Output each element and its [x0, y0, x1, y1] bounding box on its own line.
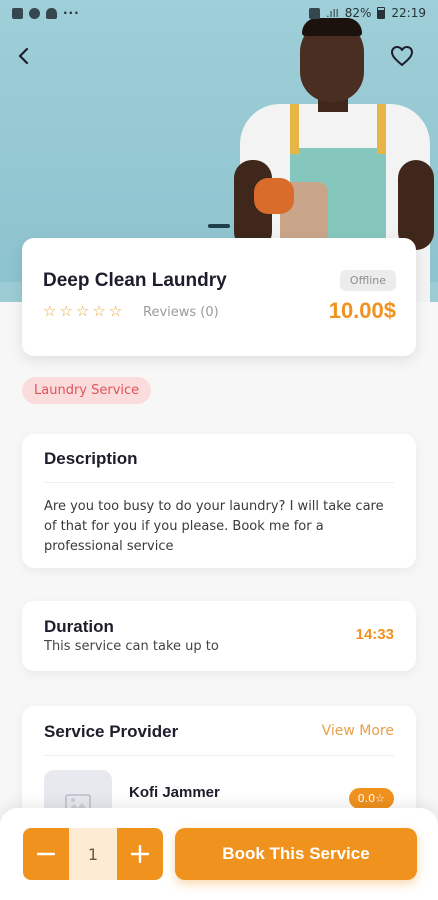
star-outline-icon: ☆ [59, 302, 73, 320]
back-button[interactable] [8, 40, 40, 72]
back-arrow-icon [18, 47, 29, 65]
status-right: .ıll 82% 22:19 [309, 6, 426, 20]
decrease-quantity-button[interactable] [23, 828, 69, 880]
increase-quantity-button[interactable] [117, 828, 163, 880]
divider [44, 755, 394, 756]
duration-value: 14:33 [355, 626, 394, 643]
description-card: Description Are you too busy to do your … [22, 434, 416, 568]
category-chip[interactable]: Laundry Service [22, 377, 152, 404]
view-more-link[interactable]: View More [322, 723, 394, 739]
battery-percent: 82% [344, 6, 372, 20]
reviews-count[interactable]: Reviews (0) [143, 305, 219, 320]
divider [44, 482, 394, 483]
star-outline-icon: ☆ [43, 302, 57, 320]
carousel-indicator[interactable] [208, 224, 230, 228]
duration-card: Duration This service can take up to 14:… [22, 601, 416, 671]
heart-icon [391, 46, 413, 66]
star-outline-icon: ☆ [92, 302, 106, 320]
more-icon: ··· [63, 6, 80, 20]
provider-rating-badge: 0.0☆ [348, 788, 394, 809]
battery-icon [377, 7, 386, 19]
service-summary-card: Deep Clean Laundry Offline ☆ ☆ ☆ ☆ ☆ Rev… [22, 238, 416, 356]
duration-heading: Duration [44, 617, 114, 636]
quantity-stepper: 1 [23, 828, 163, 880]
star-outline-icon: ☆ [75, 302, 90, 320]
minus-icon [37, 852, 55, 856]
status-bar: ··· .ıll 82% 22:19 [0, 0, 438, 26]
gallery-icon [12, 7, 23, 19]
status-left: ··· [12, 6, 80, 20]
star-outline-icon: ☆ [108, 302, 123, 320]
price: 10.00$ [328, 298, 396, 323]
clock: 22:19 [391, 6, 426, 20]
notification-icon [46, 7, 57, 19]
quantity-value[interactable]: 1 [69, 828, 117, 880]
rating-stars: ☆ ☆ ☆ ☆ ☆ [43, 304, 122, 319]
plus-icon [131, 845, 149, 863]
service-title: Deep Clean Laundry [43, 270, 227, 291]
provider-name[interactable]: Kofi Jammer [129, 784, 220, 801]
duration-subtitle: This service can take up to [44, 639, 219, 654]
status-badge: Offline [339, 270, 396, 291]
facebook-icon [29, 7, 40, 19]
description-text: Are you too busy to do your laundry? I w… [44, 499, 384, 554]
sim-icon [309, 7, 321, 19]
signal-icon: .ıll [326, 6, 339, 20]
provider-heading: Service Provider [44, 722, 179, 741]
book-service-button[interactable]: Book This Service [175, 828, 417, 880]
booking-bar: 1 Book This Service [0, 808, 438, 900]
favorite-button[interactable] [386, 40, 418, 72]
description-heading: Description [44, 449, 138, 468]
